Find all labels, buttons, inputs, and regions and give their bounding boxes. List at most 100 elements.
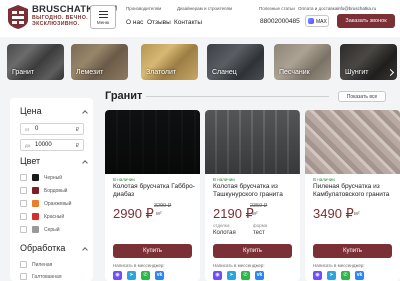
checkbox[interactable] bbox=[20, 200, 27, 207]
price-unit: м² bbox=[156, 211, 162, 217]
product-card[interactable]: В наличии Колотая брусчатка Габбро-диаба… bbox=[105, 110, 200, 281]
color-option-red[interactable]: Красный bbox=[20, 213, 90, 222]
ruble-icon: ₽ bbox=[75, 143, 79, 149]
color-option-burgundy[interactable]: Бордовый bbox=[20, 187, 90, 196]
category-zlatolit[interactable]: Златолит bbox=[141, 44, 198, 80]
chevron-up-icon[interactable] bbox=[82, 247, 88, 253]
spec-label: форма bbox=[253, 223, 268, 228]
price-to-input[interactable]: до 10000 ₽ bbox=[20, 139, 84, 151]
filter-price-title[interactable]: Цена bbox=[20, 106, 42, 116]
logo-icon bbox=[8, 5, 28, 29]
top-link-designers[interactable]: Дизайнерам и строителям bbox=[177, 6, 232, 11]
spec-label: отделка bbox=[213, 223, 230, 228]
stock-status: В наличии bbox=[213, 177, 235, 182]
color-option-label: Оранжевый bbox=[44, 201, 72, 207]
order-call-button[interactable]: Заказать звонок bbox=[337, 14, 395, 28]
price-from-input[interactable]: от 0 ₽ bbox=[20, 123, 84, 135]
treatment-option-tumbled[interactable]: Галтованная bbox=[20, 273, 90, 281]
checkbox[interactable] bbox=[20, 226, 27, 233]
vk-icon[interactable]: vk bbox=[155, 271, 164, 280]
filter-treatment-title[interactable]: Обработка bbox=[20, 243, 65, 253]
category-granite[interactable]: Гранит bbox=[7, 44, 64, 80]
color-option-orange[interactable]: Оранжевый bbox=[20, 200, 90, 209]
telegram-icon[interactable]: ➤ bbox=[227, 271, 236, 280]
color-swatch bbox=[32, 187, 39, 194]
price-to-value: 10000 bbox=[35, 142, 52, 148]
color-swatch bbox=[32, 226, 39, 233]
treatment-option-label: Пиленая bbox=[32, 262, 53, 268]
category-strip: Гранит Лемезит Златолит Сланец Песчаник … bbox=[7, 44, 400, 81]
nav-contacts[interactable]: Контакты bbox=[174, 19, 202, 26]
top-link-delivery[interactable]: Оплата и доставка bbox=[298, 6, 337, 11]
checkbox[interactable] bbox=[20, 187, 27, 194]
chevron-up-icon[interactable] bbox=[82, 160, 88, 166]
whatsapp-icon[interactable]: ✆ bbox=[141, 271, 150, 280]
spec-value: Колотая bbox=[213, 230, 236, 236]
color-option-label: Серый bbox=[44, 227, 60, 233]
checkbox[interactable] bbox=[20, 261, 27, 268]
product-card[interactable]: В наличии Колотая брусчатка из Ташкунурс… bbox=[205, 110, 300, 281]
color-swatch bbox=[32, 174, 39, 181]
menu-button-label: Меню bbox=[96, 20, 110, 25]
color-swatch bbox=[32, 213, 39, 220]
product-image[interactable] bbox=[105, 110, 200, 174]
spec-value: тест bbox=[253, 230, 265, 236]
color-option-gray[interactable]: Серый bbox=[20, 226, 90, 235]
max-icon[interactable]: ◉ bbox=[313, 271, 322, 280]
color-option-label: Бордовый bbox=[44, 188, 68, 194]
category-label: Златолит bbox=[146, 69, 177, 76]
vk-icon[interactable]: vk bbox=[255, 271, 264, 280]
category-label: Шунгит bbox=[345, 69, 369, 76]
price-unit: м² bbox=[252, 211, 258, 217]
price-from-prefix: от bbox=[25, 127, 30, 132]
show-all-button[interactable]: Показать все bbox=[338, 91, 386, 102]
chevron-right-icon[interactable] bbox=[386, 68, 395, 77]
checkbox[interactable] bbox=[20, 273, 27, 280]
product-name[interactable]: Пиленая брусчатка из Камбулатовского гра… bbox=[313, 183, 397, 199]
buy-button[interactable]: Купить bbox=[213, 244, 292, 258]
price-to-prefix: до bbox=[25, 143, 31, 148]
product-card[interactable]: В наличии Пиленая брусчатка из Камбулато… bbox=[305, 110, 400, 281]
max-icon[interactable]: ◉ bbox=[213, 271, 222, 280]
price-from-value: 0 bbox=[35, 126, 39, 132]
product-name[interactable]: Колотая брусчатка Габбро-диабаз bbox=[113, 183, 197, 199]
max-messenger-button[interactable]: MAX bbox=[305, 15, 329, 27]
buy-button[interactable]: Купить bbox=[113, 244, 192, 258]
max-icon[interactable]: ◉ bbox=[113, 271, 122, 280]
whatsapp-icon[interactable]: ✆ bbox=[341, 271, 350, 280]
old-price: 2350 ₽ bbox=[250, 203, 268, 209]
checkbox[interactable] bbox=[20, 213, 27, 220]
category-shungite[interactable]: Шунгит bbox=[340, 44, 397, 80]
top-link-articles[interactable]: Полезные статьи bbox=[259, 6, 295, 11]
category-lemezit[interactable]: Лемезит bbox=[71, 44, 128, 80]
product-image[interactable] bbox=[205, 110, 300, 174]
color-option-label: Красный bbox=[44, 214, 65, 220]
product-name[interactable]: Колотая брусчатка из Ташкунурского грани… bbox=[213, 183, 297, 199]
color-option-black[interactable]: Черный bbox=[20, 174, 90, 183]
buy-button[interactable]: Купить bbox=[313, 244, 392, 258]
whatsapp-icon[interactable]: ✆ bbox=[241, 271, 250, 280]
category-label: Гранит bbox=[12, 69, 35, 76]
category-sandstone[interactable]: Песчаник bbox=[274, 44, 331, 80]
checkbox[interactable] bbox=[20, 174, 27, 181]
menu-button[interactable]: Меню bbox=[90, 5, 116, 29]
top-link-manufacturers[interactable]: Производителям bbox=[126, 6, 161, 11]
nav-about[interactable]: О нас bbox=[126, 19, 143, 26]
category-slate[interactable]: Сланец bbox=[207, 44, 264, 80]
chevron-up-icon[interactable] bbox=[82, 110, 88, 116]
old-price: 3299 ₽ bbox=[154, 203, 172, 209]
product-image[interactable] bbox=[305, 110, 400, 174]
filter-color-title[interactable]: Цвет bbox=[20, 156, 40, 166]
vk-icon[interactable]: vk bbox=[355, 271, 364, 280]
treatment-option-sawn[interactable]: Пиленая bbox=[20, 261, 90, 270]
nav-reviews[interactable]: Отзывы bbox=[147, 19, 171, 26]
telegram-icon[interactable]: ➤ bbox=[127, 271, 136, 280]
header-email[interactable]: info@bruschatka.ru bbox=[337, 6, 376, 11]
telegram-icon[interactable]: ➤ bbox=[327, 271, 336, 280]
header-phone[interactable]: 88002000485 bbox=[260, 18, 300, 25]
category-label: Сланец bbox=[212, 69, 237, 76]
divider bbox=[146, 96, 329, 97]
messenger-prompt: Написать в мессенджер: bbox=[113, 263, 165, 268]
color-option-label: Черный bbox=[44, 175, 63, 181]
messenger-prompt: Написать в мессенджер: bbox=[313, 263, 365, 268]
